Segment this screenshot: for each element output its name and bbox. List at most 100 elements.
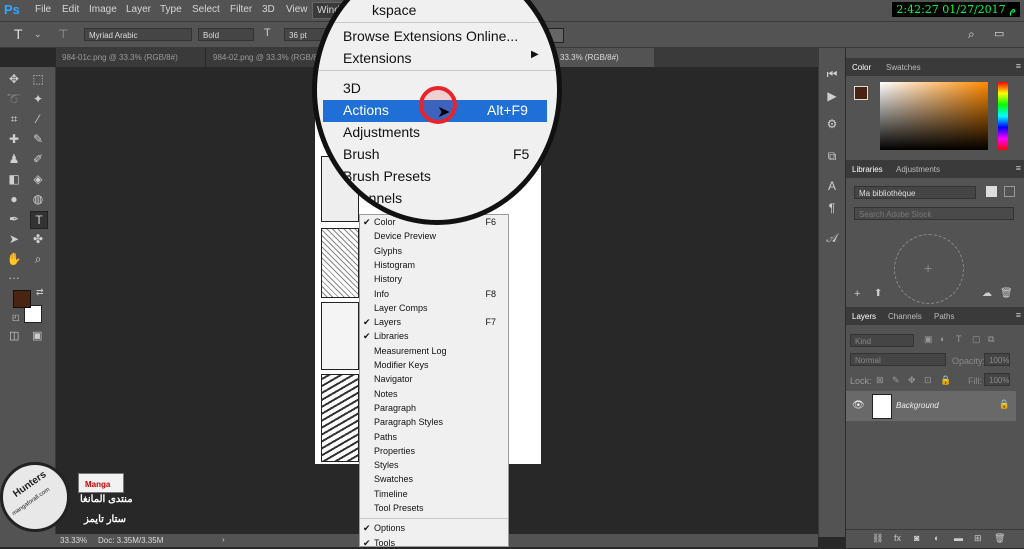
lock-move-icon[interactable]: ✥ — [908, 375, 916, 386]
adjustments-icon[interactable]: ⧉ — [824, 148, 840, 164]
menu-item-properties[interactable]: Properties — [374, 446, 415, 456]
font-style-select[interactable]: Bold — [198, 28, 254, 41]
eraser-tool-icon[interactable]: ◧ — [6, 171, 22, 187]
crop-tool-icon[interactable]: ⌗ — [6, 111, 22, 127]
text-orientation-icon[interactable]: ⊤ — [58, 27, 68, 41]
filter-adjust-icon[interactable]: ◐ — [940, 334, 945, 344]
menu-item-measurement-log[interactable]: Measurement Log — [374, 346, 447, 356]
swap-colors-icon[interactable]: ⇄ — [36, 287, 44, 298]
more-tools-icon[interactable]: … — [6, 267, 22, 283]
foreground-color-swatch[interactable] — [13, 290, 31, 308]
grid-view-icon[interactable] — [986, 186, 997, 197]
menu-item-libraries[interactable]: Libraries — [374, 331, 409, 341]
eyedropper-icon[interactable]: ⁄ — [30, 111, 46, 127]
menu-item-styles[interactable]: Styles — [374, 460, 399, 470]
menu-3d[interactable]: 3D — [262, 4, 275, 15]
panel-menu-icon[interactable]: ≡ — [1016, 163, 1021, 173]
plus-icon[interactable]: + — [924, 260, 932, 276]
lock-artboard-icon[interactable]: ⊡ — [924, 375, 932, 386]
move-tool-icon[interactable]: ✥ — [6, 71, 22, 87]
filter-image-icon[interactable]: ▣ — [924, 334, 933, 345]
marquee-tool-icon[interactable]: ⬚ — [30, 71, 46, 87]
lock-pixels-icon[interactable]: ⊠ — [876, 375, 884, 386]
menu-layer[interactable]: Layer — [126, 4, 151, 15]
actions-play-icon[interactable]: ▶ — [824, 88, 840, 104]
history-brush-icon[interactable]: ✐ — [30, 151, 46, 167]
color-picker-field[interactable] — [880, 82, 988, 150]
menu-item-channels[interactable]: Channels — [343, 190, 402, 206]
tab-paths[interactable]: Paths — [934, 312, 954, 321]
panel-menu-icon[interactable]: ≡ — [1016, 310, 1021, 320]
menu-item-glyphs[interactable]: Glyphs — [374, 246, 402, 256]
library-select[interactable]: Ma bibliothèque — [854, 186, 976, 199]
paint-bucket-icon[interactable]: ◈ — [30, 171, 46, 187]
tab-doc-1[interactable]: 984-01c.png @ 33.3% (RGB/8#) — [56, 48, 206, 67]
fx-icon[interactable]: fx — [894, 533, 901, 543]
blend-mode-select[interactable]: Normal — [850, 353, 946, 366]
menu-item-device-preview[interactable]: Device Preview — [374, 231, 436, 241]
color-fg-swatch[interactable] — [854, 86, 868, 100]
menu-item-extensions[interactable]: Extensions — [343, 50, 411, 66]
menu-image[interactable]: Image — [89, 4, 117, 15]
paragraph-icon[interactable]: ¶ — [824, 200, 840, 216]
menu-item-layer-comps[interactable]: Layer Comps — [374, 303, 428, 313]
eye-icon[interactable]: 👁 — [852, 400, 865, 411]
menu-item-paragraph[interactable]: Paragraph — [374, 403, 416, 413]
layer-kind-filter[interactable]: Kind — [850, 334, 914, 347]
pen-tool-icon[interactable]: ✒ — [6, 211, 22, 227]
tab-swatches[interactable]: Swatches — [886, 63, 921, 72]
menu-item-tools[interactable]: Tools — [374, 538, 395, 548]
trash-icon[interactable]: 🗑 — [1000, 288, 1013, 299]
group-icon[interactable]: ▬ — [954, 533, 963, 543]
custom-shape-icon[interactable]: ✤ — [30, 231, 46, 247]
menu-item-browse-extensions[interactable]: Browse Extensions Online... — [343, 28, 518, 44]
menu-item-paths[interactable]: Paths — [374, 432, 397, 442]
type-tool-icon[interactable]: T — [14, 26, 23, 42]
character-icon[interactable]: A — [824, 178, 840, 194]
tab-color[interactable]: Color — [852, 63, 871, 72]
zoom-tool-icon[interactable]: ⌕ — [30, 251, 46, 267]
menu-type[interactable]: Type — [160, 4, 182, 15]
menu-item-navigator[interactable]: Navigator — [374, 374, 413, 384]
path-selection-icon[interactable]: ➤ — [6, 231, 22, 247]
type-tool-icon[interactable]: T — [30, 211, 48, 229]
properties-icon[interactable]: ⚙ — [824, 116, 840, 132]
new-layer-icon[interactable]: ⊞ — [974, 533, 982, 544]
lock-all-icon[interactable]: 🔒 — [940, 375, 951, 386]
tab-doc-active[interactable]: 33.3% (RGB/8#) — [554, 48, 654, 67]
menu-item-timeline[interactable]: Timeline — [374, 489, 408, 499]
font-family-select[interactable]: Myriad Arabic — [84, 28, 192, 41]
lock-brush-icon[interactable]: ✎ — [892, 375, 900, 386]
menu-select[interactable]: Select — [192, 4, 220, 15]
magic-wand-icon[interactable]: ✦ — [30, 91, 46, 107]
menu-item-notes[interactable]: Notes — [374, 389, 398, 399]
dodge-tool-icon[interactable]: ◍ — [30, 191, 46, 207]
hue-slider[interactable] — [998, 82, 1008, 150]
menu-item-modifier-keys[interactable]: Modifier Keys — [374, 360, 429, 370]
add-content-icon[interactable]: + — [854, 288, 860, 300]
fill-field[interactable]: 100% — [984, 373, 1010, 386]
hand-tool-icon[interactable]: ✋ — [6, 251, 22, 267]
adjustment-layer-icon[interactable]: ◐ — [934, 533, 939, 543]
default-colors-icon[interactable]: ◰ — [12, 313, 20, 322]
chevron-down-icon[interactable]: ⌄ — [34, 29, 42, 40]
filter-type-icon[interactable]: T — [956, 334, 962, 344]
tab-adjustments[interactable]: Adjustments — [896, 165, 940, 174]
opacity-field[interactable]: 100% — [984, 353, 1010, 366]
menu-item-histogram[interactable]: Histogram — [374, 260, 415, 270]
menu-item-history[interactable]: History — [374, 274, 402, 284]
stamp-tool-icon[interactable]: ♟ — [6, 151, 22, 167]
menu-item-swatches[interactable]: Swatches — [374, 474, 413, 484]
link-layers-icon[interactable]: ⛓ — [872, 533, 883, 544]
upload-icon[interactable]: ⬆ — [874, 288, 882, 299]
workspace-icon[interactable]: ▭ — [994, 27, 1004, 40]
mask-icon[interactable]: ◙ — [914, 533, 919, 543]
tab-libraries[interactable]: Libraries — [852, 165, 883, 174]
history-icon[interactable]: ⏮ — [824, 66, 840, 82]
menu-filter[interactable]: Filter — [230, 4, 252, 15]
menu-view[interactable]: View — [286, 4, 308, 15]
tab-layers[interactable]: Layers — [852, 312, 876, 321]
lasso-tool-icon[interactable]: ➰ — [6, 91, 22, 107]
panel-menu-icon[interactable]: ≡ — [1016, 61, 1021, 71]
tab-channels[interactable]: Channels — [888, 312, 922, 321]
